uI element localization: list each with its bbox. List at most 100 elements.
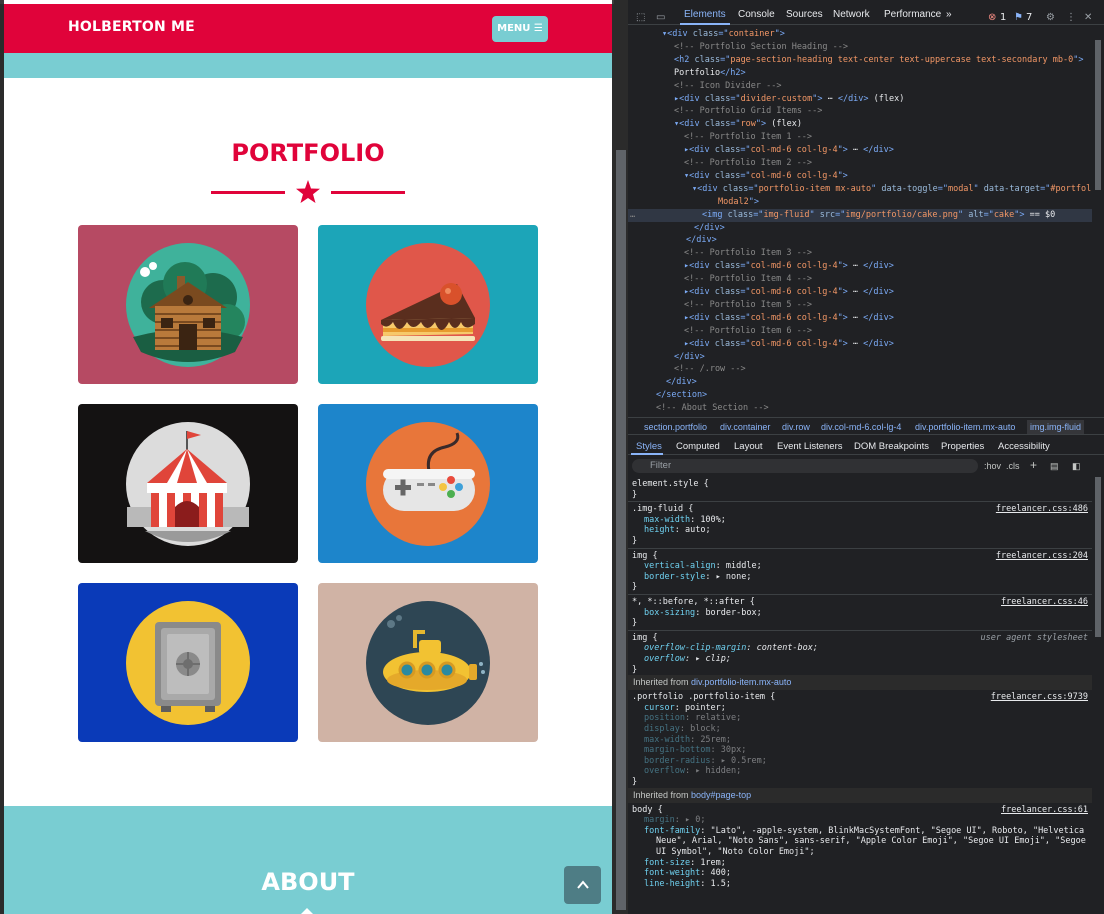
css-property-name[interactable]: overflow [644,766,685,776]
tab-layout[interactable]: Layout [734,441,763,452]
dom-node-line[interactable]: <!-- Icon Divider --> [628,80,781,93]
css-property-value[interactable]: ▸ clip; [695,654,731,664]
dom-node-line[interactable]: </div> [628,222,725,235]
breadcrumb-item[interactable]: section.portfolio [644,422,707,432]
rule-source-link[interactable]: freelancer.css:9739 [991,692,1088,702]
css-property-value[interactable]: 100%; [700,515,726,525]
dom-node-line[interactable]: </div> [628,376,697,389]
dom-node-line[interactable]: ▾<div class="row"> (flex) [628,118,802,131]
css-declaration[interactable]: margin-bottom: 30px; [644,745,746,756]
rule-source-link[interactable]: freelancer.css:61 [1001,805,1088,815]
css-property-value[interactable]: 400; [711,868,731,878]
css-declaration[interactable]: overflow: ▸ clip; [644,654,731,665]
css-declaration[interactable]: display: block; [644,724,721,735]
css-declaration[interactable]: overflow-clip-margin: content-box; [644,643,818,654]
dom-node-line[interactable]: <!-- Portfolio Item 4 --> [628,273,812,286]
class-toggle[interactable]: .cls [1006,461,1020,471]
portfolio-item-game[interactable] [318,404,538,563]
css-property-name[interactable]: vertical-align [644,561,716,571]
css-property-value[interactable]: ▸ 0.5rem; [721,756,767,766]
page-scrollbar[interactable] [614,0,628,914]
dom-node-line[interactable]: ▸<div class="col-md-6 col-lg-4"> ⋯ </div… [628,338,894,351]
hover-state-toggle[interactable]: :hov [984,461,1001,471]
css-property-name[interactable]: font-family [644,826,700,836]
css-declaration[interactable]: font-size: 1rem; [644,858,726,869]
css-property-value[interactable]: 1.5; [711,879,731,889]
message-count[interactable]: 7 [1026,12,1032,23]
css-declaration[interactable]: font-family: "Lato", -apple-system, Blin… [644,826,1084,837]
css-property-name[interactable]: border-radius [644,756,711,766]
page-scrollbar-thumb[interactable] [616,150,626,910]
dom-node-line[interactable]: ▸<div class="divider-custom"> ⋯ </div> (… [628,93,904,106]
breadcrumb-item-active[interactable]: img.img-fluid [1027,420,1085,434]
portfolio-item-circus[interactable] [78,404,298,563]
css-property-name[interactable]: height [644,525,675,535]
dom-node-line[interactable]: ▸<div class="col-md-6 col-lg-4"> ⋯ </div… [628,286,894,299]
css-property-name[interactable]: max-width [644,735,690,745]
toggle-sidebar-icon[interactable]: ◧ [1072,461,1081,472]
css-property-value[interactable]: 1rem; [700,858,726,868]
close-icon[interactable]: ✕ [1084,12,1092,23]
css-property-value[interactable]: ▸ none; [716,572,752,582]
breadcrumb-item[interactable]: div.row [782,422,810,432]
css-property-value[interactable]: relative; [695,713,741,723]
css-declaration[interactable]: border-radius: ▸ 0.5rem; [644,756,767,767]
css-property-name[interactable]: max-width [644,515,690,525]
css-property-value[interactable]: 25rem; [700,735,731,745]
css-property-value[interactable]: pointer; [685,703,726,713]
error-icon[interactable]: ⊗ [988,12,996,23]
css-property-value[interactable]: border-box; [705,608,761,618]
css-property-value[interactable]: "Lato", -apple-system, BlinkMacSystemFon… [711,826,1085,836]
dom-tree-scrollbar[interactable] [1092,26,1104,414]
tab-network[interactable]: Network [833,9,870,20]
css-declaration[interactable]: cursor: pointer; [644,703,726,714]
css-property-name[interactable]: cursor [644,703,675,713]
css-declaration[interactable]: vertical-align: middle; [644,561,762,572]
dom-node-line[interactable]: ▾<div class="container"> [628,28,785,41]
dom-node-line[interactable]: <!-- Portfolio Item 1 --> [628,131,812,144]
css-property-name[interactable]: margin [644,815,675,825]
dom-node-line[interactable]: <!-- /.row --> [628,363,746,376]
dom-node-line[interactable]: ▾<div class="portfolio-item mx-auto" dat… [628,183,1092,196]
styles-scrollbar-thumb[interactable] [1095,477,1101,637]
inspect-element-icon[interactable]: ⬚ [636,12,645,23]
menu-button[interactable]: MENU ☰ [492,16,548,42]
inherited-source-link[interactable]: body#page-top [691,790,751,800]
rule-source-link[interactable]: freelancer.css:46 [1001,597,1088,607]
dom-node-line[interactable]: <h2 class="page-section-heading text-cen… [628,54,1083,67]
css-declaration[interactable]: box-sizing: border-box; [644,608,762,619]
style-rules[interactable]: element.style {} .img-fluid {freelancer.c… [628,477,1092,914]
dom-node-line[interactable]: Portfolio</h2> [628,67,746,80]
css-property-name[interactable]: margin-bottom [644,745,711,755]
css-declaration[interactable]: font-weight: 400; [644,868,731,879]
css-property-name[interactable]: line-height [644,879,700,889]
portfolio-item-safe[interactable] [78,583,298,742]
css-property-name[interactable]: display [644,724,680,734]
css-property-value[interactable]: middle; [726,561,762,571]
dom-node-line[interactable]: ▸<div class="col-md-6 col-lg-4"> ⋯ </div… [628,312,894,325]
tab-console[interactable]: Console [738,9,775,20]
tab-sources[interactable]: Sources [786,9,823,20]
css-property-value[interactable]: 30px; [721,745,747,755]
message-icon[interactable]: ⚑ [1014,12,1023,23]
dom-node-line[interactable]: <!-- About Section --> [628,402,769,414]
css-declaration[interactable]: margin: ▸ 0; [644,815,705,826]
dom-node-line[interactable]: Modal2"> [628,196,759,209]
tab-accessibility[interactable]: Accessibility [998,441,1050,452]
dom-node-line[interactable]: <!-- Portfolio Item 6 --> [628,325,812,338]
portfolio-item-submarine[interactable] [318,583,538,742]
device-toolbar-icon[interactable]: ▭ [656,12,665,23]
breadcrumb-item[interactable]: div.portfolio-item.mx-auto [915,422,1015,432]
css-property-value[interactable]: auto; [685,525,711,535]
css-declaration[interactable]: overflow: ▸ hidden; [644,766,741,777]
gear-icon[interactable]: ⚙ [1046,12,1055,23]
portfolio-item-cake[interactable] [318,225,538,384]
css-property-name[interactable]: box-sizing [644,608,695,618]
dom-tree[interactable]: ▾<div class="container"> <!-- Portfolio S… [628,26,1092,414]
css-declaration[interactable]: position: relative; [644,713,741,724]
more-tabs-button[interactable]: » [946,9,952,20]
portfolio-item-cabin[interactable] [78,225,298,384]
inherited-source-link[interactable]: div.portfolio-item.mx-auto [691,677,791,687]
css-property-name[interactable]: font-weight [644,868,700,878]
css-property-name[interactable]: font-size [644,858,690,868]
